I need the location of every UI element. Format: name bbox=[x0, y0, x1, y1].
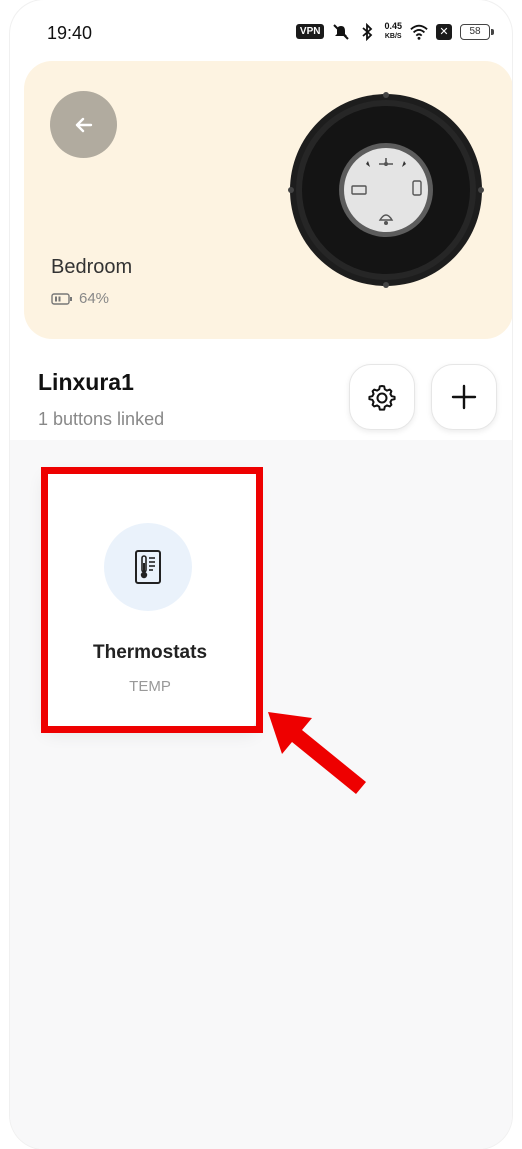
vpn-badge: VPN bbox=[295, 24, 325, 39]
device-location: Bedroom bbox=[51, 256, 133, 278]
device-hero-card: Bedroom 64% bbox=[24, 61, 512, 339]
plus-icon bbox=[451, 384, 477, 410]
back-button[interactable] bbox=[50, 91, 117, 158]
wifi-icon bbox=[410, 23, 428, 41]
status-icons: VPN 0.45 KB/S ✕ 58 bbox=[295, 22, 494, 41]
network-speed-unit: KB/S bbox=[384, 33, 402, 40]
phone-screen: 19:40 VPN 0.45 KB/S ✕ 58 Bedroom 64% Lin… bbox=[10, 0, 512, 1149]
add-button[interactable] bbox=[431, 364, 497, 430]
mute-icon bbox=[332, 23, 350, 41]
device-battery-status: 64% bbox=[51, 290, 109, 307]
linked-buttons-count: 1 buttons linked bbox=[38, 409, 165, 429]
arrow-left-icon bbox=[75, 117, 92, 132]
network-speed-value: 0.45 bbox=[384, 21, 402, 31]
battery-level: 58 bbox=[460, 23, 490, 40]
status-time: 19:40 bbox=[47, 23, 93, 43]
highlight-annotation-box bbox=[41, 467, 263, 733]
network-speed: 0.45 KB/S bbox=[384, 22, 402, 41]
bluetooth-icon bbox=[358, 22, 376, 41]
gear-icon bbox=[368, 385, 396, 411]
page-title: Linxura1 bbox=[38, 369, 134, 395]
battery-indicator: 58 bbox=[460, 23, 494, 40]
device-battery-percent: 64% bbox=[79, 290, 110, 307]
smart-remote-device-image bbox=[288, 92, 484, 288]
battery-icon bbox=[51, 292, 72, 305]
settings-button[interactable] bbox=[349, 364, 415, 430]
battery-tip bbox=[491, 28, 494, 35]
annotation-arrow-icon bbox=[268, 712, 366, 794]
close-notification-icon: ✕ bbox=[436, 23, 452, 40]
status-bar: 19:40 VPN 0.45 KB/S ✕ 58 bbox=[10, 0, 512, 62]
